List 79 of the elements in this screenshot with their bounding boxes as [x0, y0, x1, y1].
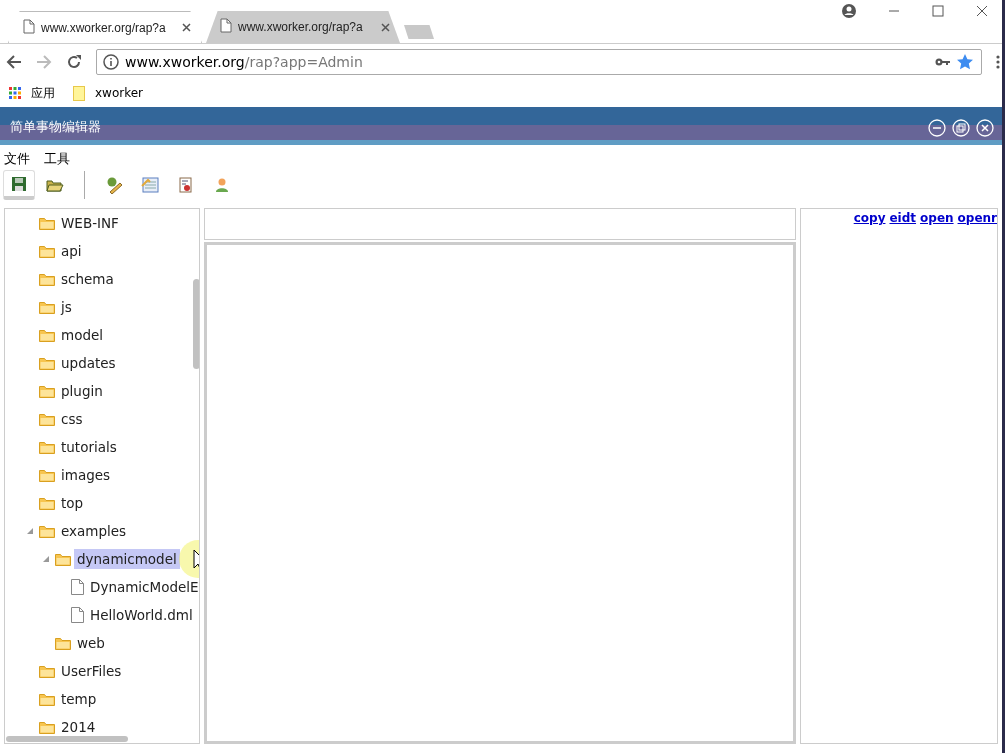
folder-icon: [39, 384, 55, 398]
tree-item[interactable]: temp: [58, 689, 100, 709]
info-icon[interactable]: [103, 54, 119, 70]
link[interactable]: open: [920, 211, 954, 743]
bookmark-link[interactable]: xworker: [95, 86, 144, 100]
link[interactable]: openr: [957, 211, 997, 743]
menu-item[interactable]: 文件: [4, 150, 30, 167]
tree-item[interactable]: WEB-INF: [58, 213, 122, 233]
tree-item[interactable]: 2014: [58, 717, 99, 737]
folder-icon: [39, 244, 55, 258]
folder-icon: [39, 412, 55, 426]
folder-icon: [39, 272, 55, 286]
folder-icon: [39, 720, 55, 734]
tree-item[interactable]: model: [58, 325, 107, 345]
folder-icon: [39, 468, 55, 482]
scrollbar-thumb[interactable]: [6, 736, 128, 742]
close-icon[interactable]: [182, 23, 191, 32]
bookmark-folder-icon: [73, 85, 85, 101]
back-icon[interactable]: [6, 54, 22, 70]
save-icon: [11, 175, 27, 192]
expand-arrow-icon[interactable]: [43, 556, 49, 562]
tree-item[interactable]: schema: [58, 269, 117, 289]
folder-icon: [39, 356, 55, 370]
key-icon[interactable]: [935, 57, 951, 67]
form-icon: [141, 177, 159, 193]
folder-icon: [39, 328, 55, 342]
close-icon[interactable]: [976, 5, 988, 17]
tree-item[interactable]: plugin: [58, 381, 106, 401]
star-icon[interactable]: [957, 54, 973, 70]
page-icon: [220, 18, 232, 36]
tree-item[interactable]: HelloWorld.dml: [87, 605, 196, 625]
browser-tab[interactable]: www.xworker.org/rap?a: [206, 11, 400, 43]
folder-icon: [39, 524, 55, 538]
tree-item[interactable]: UserFiles: [58, 661, 125, 681]
page-icon: [23, 18, 35, 37]
folder-icon: [55, 636, 71, 650]
folder-icon: [39, 440, 55, 454]
file-icon: [71, 607, 84, 623]
toolbar-button[interactable]: [3, 170, 35, 200]
link[interactable]: eidt: [889, 211, 917, 743]
tree-item[interactable]: examples: [58, 521, 130, 541]
tree-item[interactable]: dynamicmodel: [74, 549, 180, 569]
folder-icon: [46, 178, 64, 192]
window-title: 简单事物编辑器: [10, 118, 101, 136]
user-icon: [214, 177, 230, 193]
restore-icon[interactable]: [952, 119, 970, 137]
folder-icon: [39, 496, 55, 510]
document-icon: [179, 177, 193, 193]
folder-icon: [55, 552, 71, 566]
tree-item[interactable]: DynamicModelE: [87, 577, 199, 597]
tree-item[interactable]: tutorials: [58, 437, 120, 457]
apps-icon: [9, 87, 21, 99]
link[interactable]: copy: [853, 211, 886, 743]
tree-item[interactable]: web: [74, 633, 108, 653]
folder-icon: [39, 300, 55, 314]
folder-icon: [39, 692, 55, 706]
folder-icon: [39, 216, 55, 230]
bookmark-link[interactable]: 应用: [31, 84, 55, 102]
scrollbar-thumb[interactable]: [193, 279, 199, 369]
tree-item[interactable]: images: [58, 465, 114, 485]
tree-item[interactable]: updates: [58, 353, 119, 373]
tree-item[interactable]: top: [58, 493, 87, 513]
menu-icon[interactable]: [996, 54, 1000, 70]
folder-icon: [39, 664, 55, 678]
close-icon[interactable]: [381, 22, 390, 32]
minimize-icon[interactable]: [928, 119, 946, 137]
tree-item[interactable]: api: [58, 241, 85, 261]
menu-item[interactable]: 工具: [44, 150, 70, 167]
tree-item[interactable]: js: [58, 297, 75, 317]
address-bar[interactable]: www.xworker.org/rap?app=Admin: [96, 49, 982, 75]
browser-tab[interactable]: www.xworker.org/rap?a: [8, 11, 202, 43]
url-text: www.xworker.org/rap?app=Admin: [125, 54, 364, 70]
tree-item[interactable]: css: [58, 409, 86, 429]
maximize-icon[interactable]: [932, 5, 944, 17]
pencil-icon: [105, 176, 123, 194]
file-icon: [71, 579, 84, 595]
account-icon[interactable]: [842, 4, 856, 18]
expand-arrow-icon[interactable]: [27, 528, 33, 534]
reload-icon[interactable]: [66, 54, 82, 70]
